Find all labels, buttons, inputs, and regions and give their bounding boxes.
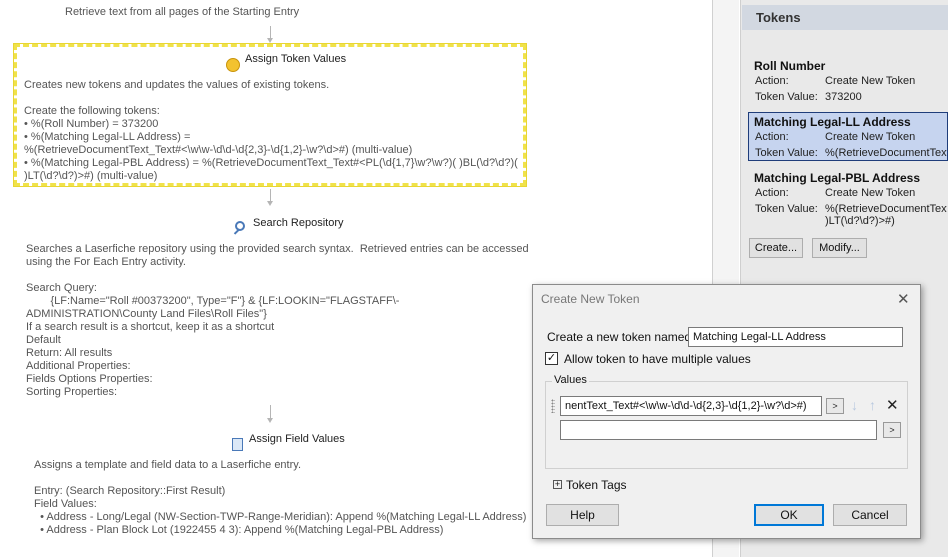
connector-line: [270, 405, 271, 419]
delete-value-icon[interactable]: ✕: [886, 396, 899, 414]
dialog-title: Create New Token: [541, 292, 640, 306]
help-button[interactable]: Help: [546, 504, 619, 526]
assign-field-line: • Address - Plan Block Lot (1922455 4 3)…: [34, 524, 444, 536]
tokens-panel-title: Tokens: [756, 10, 801, 25]
create-token-button[interactable]: Create...: [749, 238, 803, 258]
assign-field-line: • Address - Long/Legal (NW-Section-TWP-R…: [34, 511, 527, 523]
assign-token-desc: Creates new tokens and updates the value…: [24, 79, 330, 91]
token-action-label: Action:: [755, 75, 789, 87]
token-action-value: Create New Token: [825, 187, 916, 199]
multi-value-checkbox[interactable]: ✓: [545, 352, 558, 365]
assign-token-line: %(RetrieveDocumentText_Text#<\w\w-\d\d-\…: [24, 144, 413, 156]
search-line: using the For Each Entry activity.: [26, 256, 186, 268]
search-line: Return: All results: [26, 347, 113, 359]
token-action-label: Action:: [755, 187, 789, 199]
token-value: %(RetrieveDocumentText_: [825, 147, 947, 159]
token-item-name[interactable]: Roll Number: [754, 59, 825, 73]
assign-field-line: Entry: (Search Repository::First Result): [34, 485, 226, 497]
close-icon[interactable]: ✕: [897, 290, 910, 308]
multi-value-label: Allow token to have multiple values: [564, 352, 751, 366]
activity-assign-field-title[interactable]: Assign Field Values: [249, 433, 345, 446]
assign-token-line: • %(Matching Legal-LL Address) =: [24, 131, 191, 143]
token-value-label: Token Value:: [755, 203, 818, 215]
token-name-input[interactable]: Matching Legal-LL Address: [688, 327, 903, 347]
value-menu-button[interactable]: >: [883, 422, 901, 438]
move-up-icon[interactable]: ↑: [869, 397, 876, 413]
assign-token-line: • %(Matching Legal-PBL Address) = %(Retr…: [24, 157, 518, 169]
search-icon-handle: [233, 228, 241, 235]
token-value-cont: )LT(\d?\d?)>#): [825, 215, 895, 227]
cancel-button[interactable]: Cancel: [833, 504, 907, 526]
assign-token-line: • %(Roll Number) = 373200: [24, 118, 159, 130]
activity-search-title[interactable]: Search Repository: [253, 217, 344, 230]
token-value-label: Token Value:: [755, 91, 818, 103]
search-line: Sorting Properties:: [26, 386, 118, 398]
search-line: ADMINISTRATION\County Land Files\Roll Fi…: [26, 308, 267, 320]
token-value: 373200: [825, 91, 862, 103]
search-line: If a search result is a shortcut, keep i…: [26, 321, 275, 333]
token-value: %(RetrieveDocumentText_: [825, 203, 947, 215]
token-item-name[interactable]: Matching Legal-LL Address: [754, 115, 911, 129]
connector-arrow: [267, 201, 273, 206]
value-input-1[interactable]: nentText_Text#<\w\w-\d\d-\d{2,3}-\d{1,2}…: [560, 396, 822, 416]
activity-assign-token-title[interactable]: Assign Token Values: [245, 53, 346, 66]
drag-handle-icon[interactable]: [551, 399, 555, 413]
field-values-icon: [232, 438, 243, 451]
connector-arrow: [267, 38, 273, 43]
tokens-panel-header: Tokens: [742, 5, 948, 30]
assign-field-line: Assigns a template and field data to a L…: [34, 459, 302, 471]
assign-field-line: Field Values:: [34, 498, 97, 510]
token-tags-label[interactable]: Token Tags: [566, 478, 627, 492]
connector-arrow: [267, 418, 273, 423]
assign-token-line: Create the following tokens:: [24, 105, 160, 117]
search-line: Default: [26, 334, 61, 346]
value-input-2[interactable]: [560, 420, 877, 440]
value-menu-button[interactable]: >: [826, 398, 844, 414]
search-line: Fields Options Properties:: [26, 373, 153, 385]
search-line: Additional Properties:: [26, 360, 131, 372]
token-item-name[interactable]: Matching Legal-PBL Address: [754, 171, 920, 185]
search-line: Search Query:: [26, 282, 97, 294]
activity-retrieve-text-desc: Retrieve text from all pages of the Star…: [65, 6, 300, 18]
values-label: Values: [552, 374, 589, 386]
token-action-value: Create New Token: [825, 75, 916, 87]
modify-token-button[interactable]: Modify...: [812, 238, 867, 258]
ok-button[interactable]: OK: [754, 504, 824, 526]
move-down-icon[interactable]: ↓: [851, 397, 858, 413]
token-name-label: Create a new token named:: [547, 330, 695, 344]
token-action-value: Create New Token: [825, 131, 916, 143]
token-icon: [226, 58, 240, 72]
token-value-label: Token Value:: [755, 147, 818, 159]
search-line: Searches a Laserfiche repository using t…: [26, 243, 529, 255]
expand-icon[interactable]: +: [553, 480, 562, 489]
assign-token-line: )LT(\d?\d?)>#) (multi-value): [24, 170, 158, 182]
token-action-label: Action:: [755, 131, 789, 143]
search-line: {LF:Name="Roll #00373200", Type="F"} & {…: [26, 295, 400, 307]
